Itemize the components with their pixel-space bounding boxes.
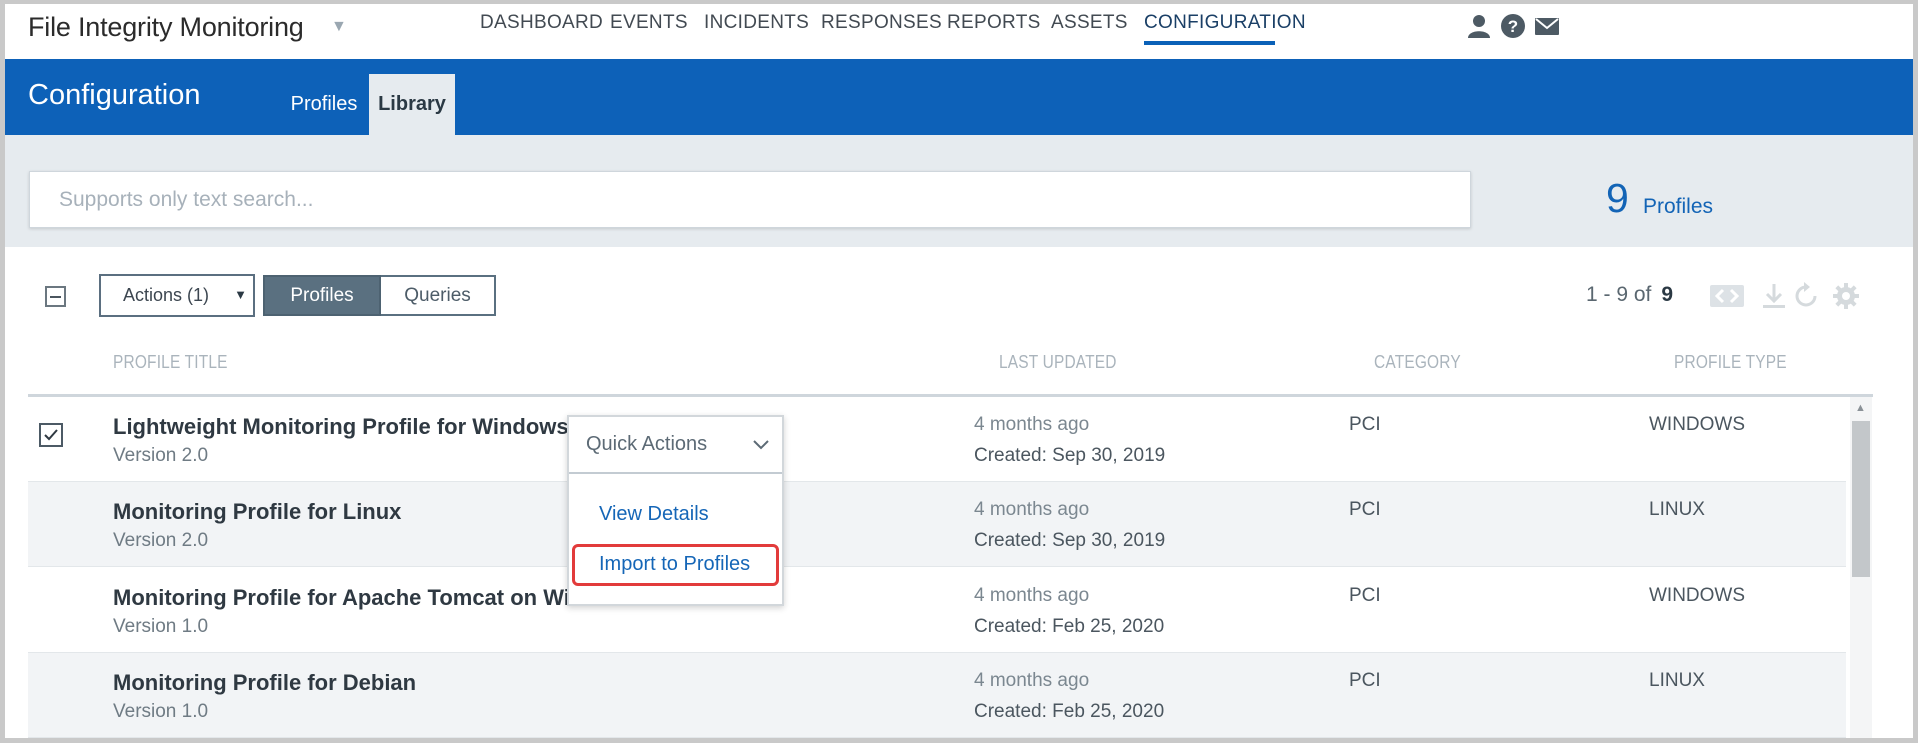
profile-title[interactable]: Monitoring Profile for Debian	[113, 670, 416, 696]
mail-icon[interactable]	[1534, 13, 1560, 39]
refresh-icon[interactable]	[1791, 281, 1821, 311]
category: PCI	[1349, 585, 1381, 606]
checkmark-icon	[44, 429, 58, 441]
nav-events[interactable]: EVENTS	[610, 12, 688, 34]
profile-count: 9	[1606, 175, 1629, 221]
caret-down-icon: ▼	[234, 287, 247, 302]
last-updated: 4 months ago	[974, 414, 1090, 435]
chevron-down-icon	[753, 440, 769, 450]
nav-incidents[interactable]: INCIDENTS	[704, 12, 809, 34]
nav-configuration[interactable]: CONFIGURATION	[1144, 12, 1306, 34]
view-details-link[interactable]: View Details	[599, 503, 709, 526]
tab-library[interactable]: Library	[369, 74, 455, 135]
configuration-header: Configuration Profiles Library	[5, 59, 1913, 135]
column-header-profile-title[interactable]: PROFILE TITLE	[113, 352, 228, 373]
row-checkbox[interactable]	[39, 423, 63, 447]
quick-actions-label: Quick Actions	[586, 433, 708, 455]
settings-icon[interactable]	[1831, 281, 1861, 311]
column-header-last-updated[interactable]: LAST UPDATED	[999, 352, 1117, 373]
quick-actions-dropdown[interactable]: Quick Actions	[569, 417, 782, 474]
actions-dropdown-label: Actions (1)	[123, 285, 210, 305]
search-input[interactable]	[30, 172, 1470, 227]
category: PCI	[1349, 499, 1381, 520]
pager-total: 9	[1661, 283, 1674, 306]
column-header-profile-type[interactable]: PROFILE TYPE	[1674, 352, 1787, 373]
profile-type: WINDOWS	[1649, 414, 1746, 435]
nav-responses[interactable]: RESPONSES	[821, 12, 942, 34]
category: PCI	[1349, 414, 1381, 435]
select-all-checkbox[interactable]	[45, 286, 66, 307]
profile-version: Version 1.0	[113, 616, 209, 637]
pager-range: 1 - 9 of	[1586, 283, 1652, 306]
actions-dropdown[interactable]: Actions (1) ▼	[99, 274, 255, 317]
last-updated: 4 months ago	[974, 585, 1090, 606]
download-icon[interactable]	[1759, 281, 1789, 311]
search-box	[29, 171, 1471, 228]
created-date: Created: Feb 25, 2020	[974, 616, 1165, 637]
profile-version: Version 2.0	[113, 530, 209, 551]
scroll-up-arrow-icon[interactable]: ▲	[1855, 402, 1866, 414]
tab-profiles[interactable]: Profiles	[279, 74, 369, 135]
profile-version: Version 1.0	[113, 701, 209, 722]
profile-title[interactable]: Monitoring Profile for Apache Tomcat on …	[113, 585, 583, 611]
svg-text:?: ?	[1508, 17, 1518, 36]
profile-type: LINUX	[1649, 499, 1705, 520]
page-title: Configuration	[28, 79, 201, 111]
scrollbar-thumb[interactable]	[1852, 421, 1870, 577]
nav-dashboard[interactable]: DASHBOARD	[480, 12, 603, 34]
table-row[interactable]: Lightweight Monitoring Profile for Windo…	[28, 397, 1846, 482]
segment-queries[interactable]: Queries	[381, 275, 496, 316]
segment-profiles[interactable]: Profiles	[263, 275, 381, 316]
top-navigation-bar: File Integrity Monitoring ▼ DASHBOARD EV…	[5, 4, 1913, 59]
category: PCI	[1349, 670, 1381, 691]
quick-actions-popover: Quick Actions View Details Import to Pro…	[567, 415, 784, 606]
profile-type: WINDOWS	[1649, 585, 1746, 606]
nav-active-indicator	[1144, 41, 1275, 45]
created-date: Created: Sep 30, 2019	[974, 445, 1166, 466]
last-updated: 4 months ago	[974, 670, 1090, 691]
highlight-box	[572, 544, 779, 586]
nav-assets[interactable]: ASSETS	[1051, 12, 1128, 34]
search-area: 9 Profiles	[5, 135, 1913, 247]
profile-title[interactable]: Lightweight Monitoring Profile for Windo…	[113, 414, 569, 440]
profile-title[interactable]: Monitoring Profile for Linux	[113, 499, 401, 525]
profile-count-label: Profiles	[1643, 195, 1714, 218]
app-title: File Integrity Monitoring	[28, 12, 304, 42]
table-row[interactable]: Monitoring Profile for Debian Version 1.…	[28, 653, 1846, 738]
pager: 1 - 9 of 9	[1586, 283, 1673, 307]
last-updated: 4 months ago	[974, 499, 1090, 520]
table-row[interactable]: Monitoring Profile for Apache Tomcat on …	[28, 568, 1846, 653]
app-switcher-caret-icon[interactable]: ▼	[331, 18, 347, 36]
column-header-category[interactable]: CATEGORY	[1374, 352, 1461, 373]
table-row[interactable]: Monitoring Profile for Linux Version 2.0…	[28, 482, 1846, 567]
created-date: Created: Sep 30, 2019	[974, 530, 1166, 551]
created-date: Created: Feb 25, 2020	[974, 701, 1165, 722]
profile-type: LINUX	[1649, 670, 1705, 691]
nav-reports[interactable]: REPORTS	[947, 12, 1041, 34]
profile-version: Version 2.0	[113, 445, 209, 466]
user-icon[interactable]	[1466, 13, 1492, 39]
pager-icon[interactable]	[1709, 281, 1745, 311]
help-icon[interactable]: ?	[1500, 13, 1526, 39]
